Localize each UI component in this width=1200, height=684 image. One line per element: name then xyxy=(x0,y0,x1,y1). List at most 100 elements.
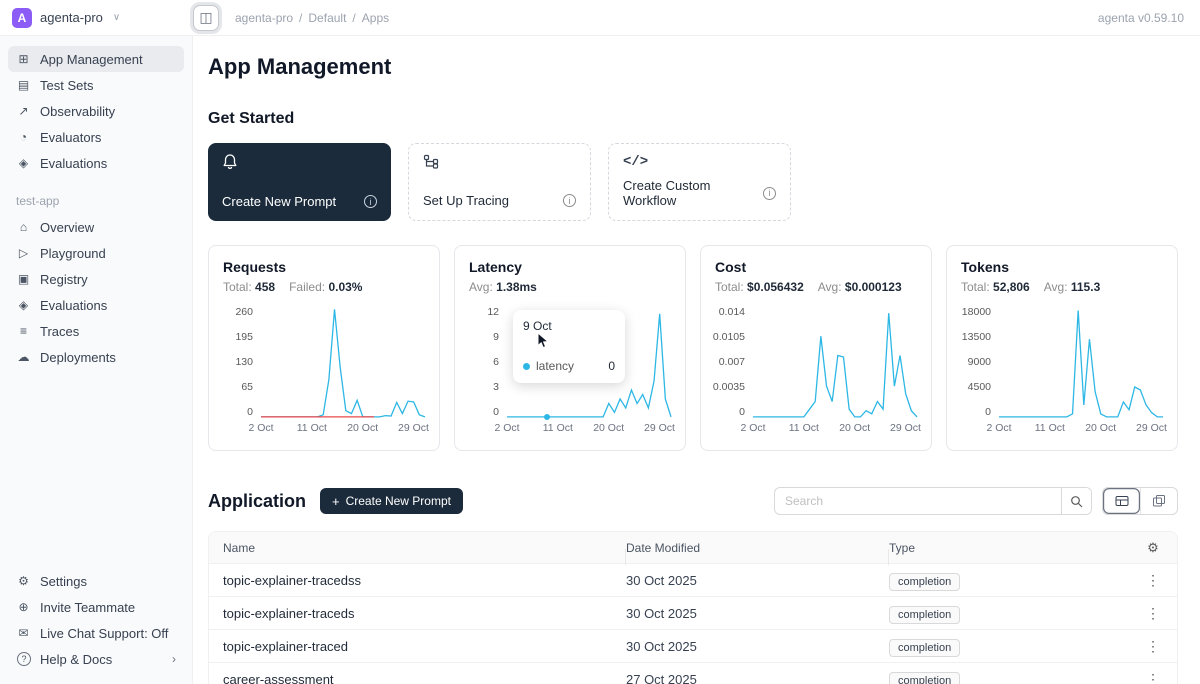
traces-icon: ≡ xyxy=(16,324,31,338)
breadcrumb-separator: / xyxy=(299,11,302,25)
table-header: Name Date Modified Type ⚙ xyxy=(209,532,1177,564)
search-icon xyxy=(1070,495,1083,508)
sidebar-item-label: Observability xyxy=(40,104,115,119)
chart-stat: Total: 52,806 xyxy=(961,280,1030,294)
sidebar-item-label: Test Sets xyxy=(40,78,93,93)
x-tick-label: 2 Oct xyxy=(248,422,273,434)
sidebar-item-label: Overview xyxy=(40,220,94,235)
breadcrumb-item-page[interactable]: Apps xyxy=(362,11,389,25)
cost-chart-card: Cost Total: $0.056432Avg: $0.000123 0.01… xyxy=(700,245,932,451)
sidebar-item-observability[interactable]: ↗ Observability xyxy=(8,98,184,124)
sidebar-item-live-chat-support[interactable]: ✉ Live Chat Support: Off xyxy=(8,620,184,646)
sidebar-item-evaluations[interactable]: ◈ Evaluations xyxy=(8,150,184,176)
breadcrumb: agenta-pro / Default / Apps xyxy=(235,11,389,25)
sidebar-item-overview[interactable]: ⌂ Overview xyxy=(8,214,184,240)
table-row[interactable]: topic-explainer-traced30 Oct 2025complet… xyxy=(209,630,1177,663)
info-icon[interactable]: i xyxy=(364,195,377,208)
table-row[interactable]: topic-explainer-tracedss30 Oct 2025compl… xyxy=(209,564,1177,597)
kebab-menu-icon[interactable]: ⋮ xyxy=(1140,638,1166,655)
app-name[interactable]: career-assessment xyxy=(209,672,626,684)
tooltip-series-label: latency xyxy=(536,359,574,373)
sidebar-item-help-docs[interactable]: ? Help & Docs › xyxy=(8,646,184,672)
sidebar-item-label: Evaluations xyxy=(40,298,107,313)
y-tick-label: 3 xyxy=(493,381,499,393)
app-name[interactable]: topic-explainer-traced xyxy=(209,639,626,654)
gear-icon: ⚙ xyxy=(16,574,31,588)
card-view-button[interactable] xyxy=(1140,488,1177,514)
info-icon[interactable]: i xyxy=(763,187,776,200)
y-tick-label: 260 xyxy=(235,306,253,318)
app-name[interactable]: topic-explainer-traceds xyxy=(209,606,626,621)
overview-icon: ⌂ xyxy=(16,220,31,234)
chart-tooltip: 9 Oct latency 0 xyxy=(513,310,625,383)
set-up-tracing-card[interactable]: Set Up Tracing i xyxy=(408,143,591,221)
x-tick-label: 2 Oct xyxy=(740,422,765,434)
card-label: Set Up Tracing xyxy=(423,193,509,208)
search-button[interactable] xyxy=(1061,488,1091,514)
sidebar-item-traces[interactable]: ≡ Traces xyxy=(8,318,184,344)
sidebar-item-settings[interactable]: ⚙ Settings xyxy=(8,568,184,594)
y-axis-labels: 260195130650 xyxy=(223,306,261,418)
tokens-chart-card: Tokens Total: 52,806Avg: 115.3 18000 1350… xyxy=(946,245,1178,451)
chart-stat: Avg: 1.38ms xyxy=(469,280,537,294)
chart-stats: Total: 52,806Avg: 115.3 xyxy=(961,280,1163,294)
app-name[interactable]: topic-explainer-tracedss xyxy=(209,573,626,588)
x-tick-label: 2 Oct xyxy=(986,422,1011,434)
kebab-menu-icon[interactable]: ⋮ xyxy=(1140,605,1166,622)
sidebar-item-label: Registry xyxy=(40,272,88,287)
sidebar-item-app-evaluations[interactable]: ◈ Evaluations xyxy=(8,292,184,318)
info-icon[interactable]: i xyxy=(563,194,576,207)
table-view-button[interactable] xyxy=(1103,488,1140,514)
table-row[interactable]: career-assessment27 Oct 2025completion⋮ xyxy=(209,663,1177,684)
sidebar-item-deployments[interactable]: ☁ Deployments xyxy=(8,344,184,370)
column-header-type[interactable]: Type xyxy=(889,541,1129,555)
kebab-menu-icon[interactable]: ⋮ xyxy=(1140,572,1166,589)
chart-title: Requests xyxy=(223,259,425,275)
search-input[interactable] xyxy=(775,494,1061,508)
y-axis-labels: 0.0140.01050.0070.00350 xyxy=(715,306,753,418)
latency-chart-card: Latency Avg: 1.38ms 129630 2 Oct11 Oct20… xyxy=(454,245,686,451)
sidebar-item-label: Evaluators xyxy=(40,130,101,145)
sidebar-item-registry[interactable]: ▣ Registry xyxy=(8,266,184,292)
breadcrumb-item-workspace[interactable]: agenta-pro xyxy=(235,11,293,25)
application-header: Application + Create New Prompt xyxy=(208,487,1178,515)
view-toggle-group xyxy=(1102,487,1178,515)
main-content: App Management Get Started Create New Pr… xyxy=(193,36,1200,684)
topbar: A agenta-pro ∨ ◫ agenta-pro / Default / … xyxy=(0,0,1200,36)
column-header-date-modified[interactable]: Date Modified xyxy=(626,541,889,555)
sidebar-item-playground[interactable]: ▷ Playground xyxy=(8,240,184,266)
y-tick-label: 9 xyxy=(493,331,499,343)
sidebar-toggle-button[interactable]: ◫ xyxy=(193,5,219,31)
y-tick-label: 18000 xyxy=(962,306,991,318)
table-settings-gear-icon[interactable]: ⚙ xyxy=(1147,540,1159,556)
chart-title: Tokens xyxy=(961,259,1163,275)
y-tick-label: 13500 xyxy=(962,331,991,343)
help-icon: ? xyxy=(17,652,31,666)
kebab-menu-icon[interactable]: ⋮ xyxy=(1140,671,1166,684)
breadcrumb-item-project[interactable]: Default xyxy=(308,11,346,25)
workspace-switcher[interactable]: A agenta-pro ∨ xyxy=(12,8,193,28)
search-box xyxy=(774,487,1092,515)
create-new-prompt-button[interactable]: + Create New Prompt xyxy=(320,488,463,514)
x-tick-label: 20 Oct xyxy=(1085,422,1116,434)
chart-title: Cost xyxy=(715,259,917,275)
create-custom-workflow-card[interactable]: </> Create Custom Workflow i xyxy=(608,143,791,221)
sidebar-item-app-management[interactable]: ⊞ App Management xyxy=(8,46,184,72)
chart-stats: Avg: 1.38ms xyxy=(469,280,671,294)
sidebar-item-evaluators[interactable]: ◔ Evaluators xyxy=(8,124,184,150)
x-tick-label: 29 Oct xyxy=(1136,422,1167,434)
sidebar-item-invite-teammate[interactable]: ⊕ Invite Teammate xyxy=(8,594,184,620)
sidebar-item-label: Evaluations xyxy=(40,156,107,171)
chart-plot xyxy=(753,306,917,418)
y-axis-labels: 1800013500900045000 xyxy=(961,306,999,418)
page-title: App Management xyxy=(208,54,1178,80)
create-new-prompt-card[interactable]: Create New Prompt i xyxy=(208,143,391,221)
sidebar-item-label: Live Chat Support: Off xyxy=(40,626,168,641)
app-date-modified: 30 Oct 2025 xyxy=(626,573,889,588)
sidebar-item-test-sets[interactable]: ▤ Test Sets xyxy=(8,72,184,98)
chart-stats: Total: $0.056432Avg: $0.000123 xyxy=(715,280,917,294)
table-row[interactable]: topic-explainer-traceds30 Oct 2025comple… xyxy=(209,597,1177,630)
x-tick-label: 29 Oct xyxy=(890,422,921,434)
column-header-name[interactable]: Name xyxy=(209,541,626,555)
chart-stat: Total: 458 xyxy=(223,280,275,294)
